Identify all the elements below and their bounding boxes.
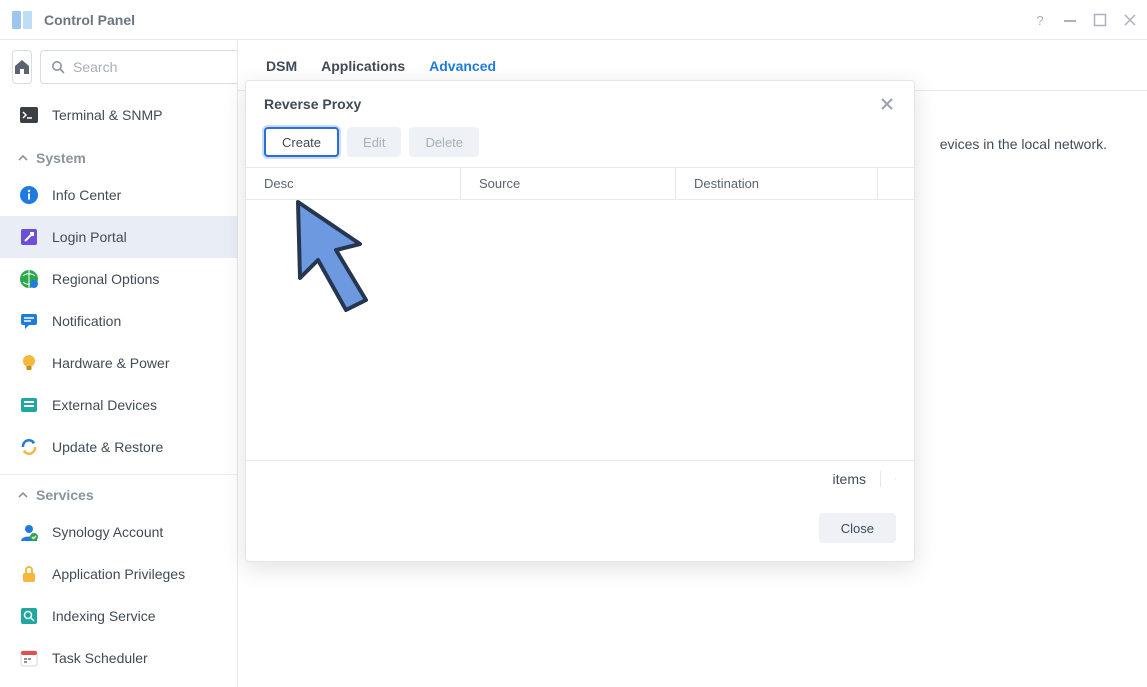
calendar-icon [18,647,40,669]
sidebar-item-label: Notification [52,313,121,329]
dialog-close-icon[interactable] [878,95,896,113]
table-header: Desc Source Destination [246,167,914,200]
sidebar-item-label: Regional Options [52,271,159,287]
sidebar-item-label: Login Portal [52,229,127,245]
sidebar-item-hardware-power[interactable]: Hardware & Power [0,342,237,384]
bulb-icon [18,352,40,374]
sidebar-item-label: Info Center [52,187,121,203]
sidebar-section-services[interactable]: Services [0,474,237,511]
delete-button[interactable]: Delete [409,127,479,157]
search-file-icon [18,605,40,627]
col-destination[interactable]: Destination [676,168,878,199]
col-source[interactable]: Source [461,168,676,199]
window-title: Control Panel [44,12,1033,28]
sidebar-item-label: Update & Restore [52,439,163,455]
refresh-icon[interactable] [880,471,896,487]
sidebar-item-label: Synology Account [52,524,163,540]
sidebar-item-label: Terminal & SNMP [52,107,162,123]
sidebar-item-label: Indexing Service [52,608,156,624]
search-input[interactable] [73,59,238,75]
close-button[interactable]: Close [819,513,896,543]
section-label: System [36,150,86,166]
reverse-proxy-dialog: Reverse Proxy Create Edit Delete Desc So… [245,80,915,562]
globe-icon [18,268,40,290]
sidebar-item-label: Application Privileges [52,566,185,582]
sync-icon [18,436,40,458]
table-body [246,200,914,460]
help-icon[interactable]: ? [1033,13,1047,27]
col-description[interactable]: Desc [246,168,461,199]
info-icon [18,184,40,206]
sidebar-item-task-scheduler[interactable]: Task Scheduler [0,637,237,679]
portal-icon [18,226,40,248]
section-label: Services [36,487,94,503]
chevron-up-icon [18,490,28,500]
sidebar-item-indexing-service[interactable]: Indexing Service [0,595,237,637]
sidebar-item-update-restore[interactable]: Update & Restore [0,426,237,468]
sidebar-item-application-privileges[interactable]: Application Privileges [0,553,237,595]
sidebar-item-external-devices[interactable]: External Devices [0,384,237,426]
sidebar-item-label: Task Scheduler [52,650,148,666]
chevron-up-icon [18,153,28,163]
sidebar-item-label: External Devices [52,397,157,413]
devices-icon [18,394,40,416]
titlebar: Control Panel ? [0,0,1147,40]
svg-text:?: ? [1036,13,1043,27]
items-count: items [833,471,866,487]
close-icon[interactable] [1123,13,1137,27]
chat-icon [18,310,40,332]
user-icon [18,521,40,543]
edit-button[interactable]: Edit [347,127,401,157]
search-icon [51,60,65,74]
sidebar-item-terminal-snmp[interactable]: Terminal & SNMP [0,94,237,136]
app-icon [10,8,34,32]
create-button[interactable]: Create [264,127,339,157]
terminal-icon [18,104,40,126]
window-controls: ? [1033,13,1137,27]
sidebar: Terminal & SNMP System Info Center Login… [0,40,238,687]
sidebar-item-login-portal[interactable]: Login Portal [0,216,237,258]
sidebar-item-notification[interactable]: Notification [0,300,237,342]
sidebar-section-system[interactable]: System [0,138,237,174]
status-bar: items [246,460,914,497]
lock-icon [18,563,40,585]
minimize-icon[interactable] [1063,13,1077,27]
sidebar-item-label: Hardware & Power [52,355,170,371]
dialog-title: Reverse Proxy [264,96,361,112]
sidebar-item-info-center[interactable]: Info Center [0,174,237,216]
maximize-icon[interactable] [1093,13,1107,27]
sidebar-item-regional-options[interactable]: Regional Options [0,258,237,300]
sidebar-item-synology-account[interactable]: Synology Account [0,511,237,553]
search-box[interactable] [40,50,238,84]
col-spacer [878,168,914,199]
home-button[interactable] [12,50,32,84]
